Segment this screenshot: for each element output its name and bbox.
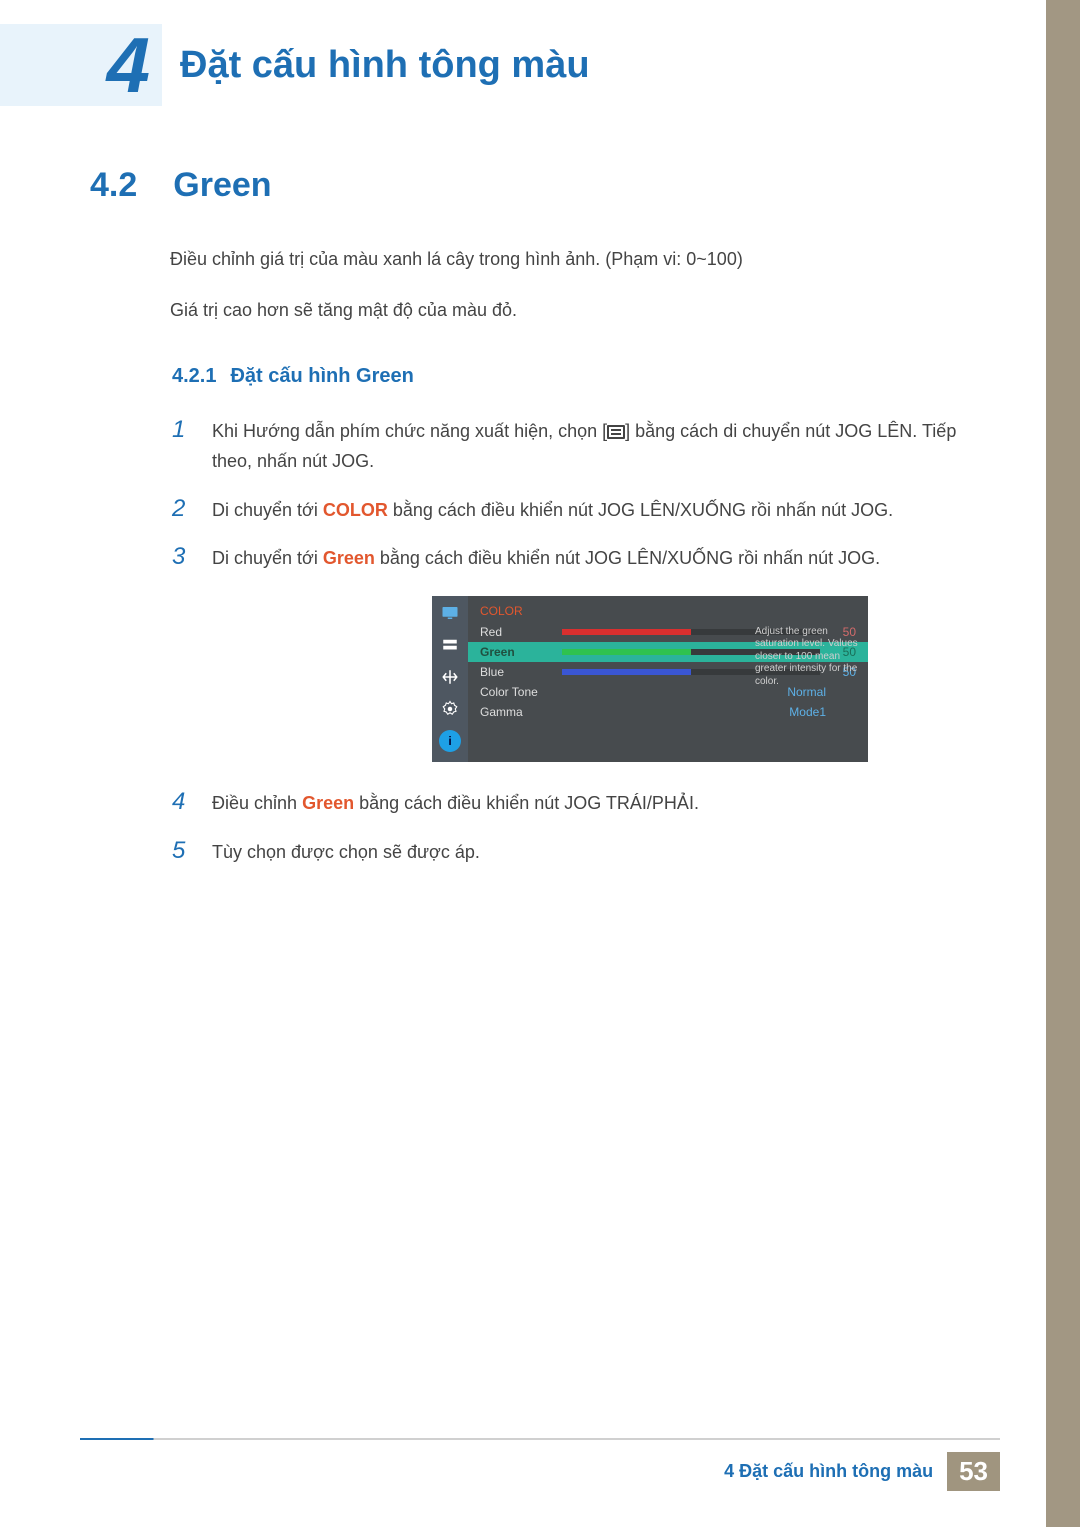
osd-screenshot: i COLOR Red 50 Green 50 Blue bbox=[432, 596, 1000, 762]
osd-panel: COLOR Red 50 Green 50 Blue 50 bbox=[468, 596, 868, 762]
move-icon bbox=[439, 666, 461, 688]
section-number: 4.2 bbox=[90, 166, 137, 205]
step-text: Tùy chọn được chọn sẽ được áp. bbox=[212, 837, 480, 868]
intro-text: Điều chỉnh giá trị của màu xanh lá cây t… bbox=[170, 245, 1000, 325]
step-1: 1 Khi Hướng dẫn phím chức năng xuất hiện… bbox=[172, 416, 1000, 477]
keyword-color: COLOR bbox=[323, 500, 388, 520]
info-icon: i bbox=[439, 730, 461, 752]
page-edge-strip bbox=[1046, 0, 1080, 1527]
section-title: Green bbox=[173, 166, 271, 205]
picture-icon bbox=[439, 634, 461, 656]
menu-icon bbox=[607, 425, 625, 439]
page-footer: 4 Đặt cấu hình tông màu 53 bbox=[80, 1438, 1000, 1491]
steps-list: 1 Khi Hướng dẫn phím chức năng xuất hiện… bbox=[172, 416, 1000, 868]
step-text: Di chuyển tới COLOR bằng cách điều khiển… bbox=[212, 495, 893, 526]
osd-label: Green bbox=[480, 645, 562, 659]
subsection-title: Đặt cấu hình Green bbox=[230, 365, 413, 388]
step-text: Khi Hướng dẫn phím chức năng xuất hiện, … bbox=[212, 416, 1000, 477]
intro-p2: Giá trị cao hơn sẽ tăng mật độ của màu đ… bbox=[170, 296, 1000, 325]
step-number: 4 bbox=[172, 788, 194, 816]
subsection-heading: 4.2.1 Đặt cấu hình Green bbox=[172, 365, 1000, 388]
osd-label: Red bbox=[480, 625, 562, 639]
chapter-title: Đặt cấu hình tông màu bbox=[180, 24, 590, 106]
step-text: Điều chỉnh Green bằng cách điều khiển nú… bbox=[212, 788, 699, 819]
step-2: 2 Di chuyển tới COLOR bằng cách điều khi… bbox=[172, 495, 1000, 526]
page-number: 53 bbox=[947, 1452, 1000, 1491]
step-number: 1 bbox=[172, 416, 194, 444]
step-number: 3 bbox=[172, 543, 194, 571]
subsection-number: 4.2.1 bbox=[172, 365, 216, 388]
step-number: 2 bbox=[172, 495, 194, 523]
keyword-green: Green bbox=[323, 548, 375, 568]
gear-icon bbox=[439, 698, 461, 720]
osd-value: Mode1 bbox=[562, 705, 826, 719]
osd-label: Gamma bbox=[480, 705, 562, 719]
chapter-number: 4 bbox=[80, 24, 150, 106]
chapter-header: 4 Đặt cấu hình tông màu bbox=[80, 24, 1000, 106]
osd-sidebar: i bbox=[432, 596, 468, 762]
osd-row-gamma: Gamma Mode1 bbox=[468, 702, 868, 722]
step-3: 3 Di chuyển tới Green bằng cách điều khi… bbox=[172, 543, 1000, 574]
osd-title: COLOR bbox=[468, 596, 868, 622]
monitor-icon bbox=[439, 602, 461, 624]
osd-label: Color Tone bbox=[480, 685, 562, 699]
keyword-green: Green bbox=[302, 793, 354, 813]
step-5: 5 Tùy chọn được chọn sẽ được áp. bbox=[172, 837, 1000, 868]
footer-rule bbox=[80, 1438, 1000, 1440]
osd-description: Adjust the green saturation level. Value… bbox=[755, 626, 860, 689]
step-number: 5 bbox=[172, 837, 194, 865]
section-heading: 4.2 Green bbox=[90, 166, 1000, 205]
intro-p1: Điều chỉnh giá trị của màu xanh lá cây t… bbox=[170, 245, 1000, 274]
chapter-tab: 4 bbox=[80, 24, 162, 106]
step-4: 4 Điều chỉnh Green bằng cách điều khiển … bbox=[172, 788, 1000, 819]
step-text: Di chuyển tới Green bằng cách điều khiển… bbox=[212, 543, 880, 574]
osd-label: Blue bbox=[480, 665, 562, 679]
footer-text: 4 Đặt cấu hình tông màu bbox=[724, 1461, 933, 1482]
